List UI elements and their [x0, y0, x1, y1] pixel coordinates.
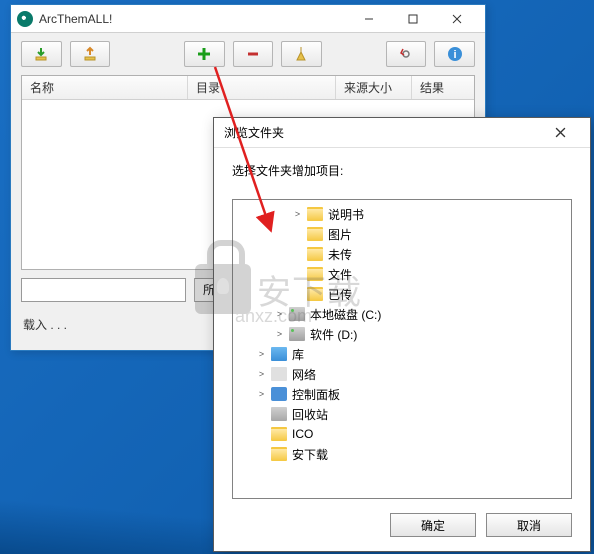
folder-icon — [307, 207, 323, 221]
settings-button[interactable] — [386, 41, 427, 67]
folder-icon — [307, 287, 323, 301]
tree-item-label: 未传 — [328, 246, 352, 263]
tree-item-label: 网络 — [292, 366, 316, 383]
expand-icon[interactable]: > — [275, 310, 284, 319]
dialog-buttons: 确定 取消 — [214, 499, 590, 551]
tree-item[interactable]: 安下载 — [233, 444, 571, 464]
tree-item[interactable]: 未传 — [233, 244, 571, 264]
info-button[interactable]: i — [434, 41, 475, 67]
expand-icon[interactable]: > — [257, 350, 266, 359]
window-controls — [347, 6, 479, 32]
tree-item-label: 安下载 — [292, 446, 328, 463]
expand-icon[interactable] — [293, 230, 302, 239]
close-button[interactable] — [435, 6, 479, 32]
clear-button[interactable] — [281, 41, 322, 67]
drive-icon — [289, 307, 305, 321]
tree-item[interactable]: >库 — [233, 344, 571, 364]
dialog-prompt: 选择文件夹增加项目: — [214, 148, 590, 189]
svg-text:i: i — [453, 49, 456, 61]
tree-item[interactable]: 文件 — [233, 264, 571, 284]
table-header: 名称 目录 来源大小 结果 — [22, 76, 474, 100]
remove-button[interactable] — [233, 41, 274, 67]
col-name[interactable]: 名称 — [22, 76, 188, 99]
export-button[interactable] — [70, 41, 111, 67]
tree-item[interactable]: 回收站 — [233, 404, 571, 424]
folder-icon — [271, 447, 287, 461]
drive-icon — [289, 327, 305, 341]
minimize-button[interactable] — [347, 6, 391, 32]
tree-item[interactable]: 已传 — [233, 284, 571, 304]
add-button[interactable] — [184, 41, 225, 67]
tree-item-label: 控制面板 — [292, 386, 340, 403]
recycle-icon — [271, 407, 287, 421]
tree-item[interactable]: > 说明书 — [233, 204, 571, 224]
titlebar: ArcThemALL! — [11, 5, 485, 33]
folder-icon — [271, 427, 287, 441]
folder-icon — [307, 247, 323, 261]
tree-item-label: 回收站 — [292, 406, 328, 423]
tree-item[interactable]: ICO — [233, 424, 571, 444]
expand-icon[interactable] — [293, 270, 302, 279]
maximize-button[interactable] — [391, 6, 435, 32]
tree-item-label: 图片 — [328, 226, 352, 243]
filter-input[interactable] — [21, 278, 186, 302]
tree-item[interactable]: > 网络 — [233, 364, 571, 384]
expand-icon[interactable] — [257, 450, 266, 459]
folder-tree[interactable]: >说明书图片未传文件已传>本地磁盘 (C:)>软件 (D:)>库>网络>控制面板… — [232, 199, 572, 499]
cp-icon — [271, 387, 287, 401]
lib-icon — [271, 347, 287, 361]
app-icon — [17, 11, 33, 27]
tree-item-label: 软件 (D:) — [310, 326, 357, 343]
col-dir[interactable]: 目录 — [188, 76, 336, 99]
net-icon — [271, 367, 287, 381]
dialog-titlebar: 浏览文件夹 — [214, 118, 590, 148]
col-size[interactable]: 来源大小 — [336, 76, 412, 99]
browse-folder-dialog: 浏览文件夹 选择文件夹增加项目: >说明书图片未传文件已传>本地磁盘 (C:)>… — [213, 117, 591, 552]
expand-icon[interactable]: > — [293, 210, 302, 219]
cancel-button[interactable]: 取消 — [486, 513, 572, 537]
app-title: ArcThemALL! — [39, 12, 347, 26]
col-result[interactable]: 结果 — [412, 76, 474, 99]
dialog-close-button[interactable] — [540, 119, 580, 147]
expand-icon[interactable] — [293, 250, 302, 259]
folder-icon — [307, 267, 323, 281]
expand-icon[interactable]: > — [275, 330, 284, 339]
toolbar: i — [11, 33, 485, 75]
tree-item-label: 说明书 — [328, 206, 364, 223]
folder-icon — [307, 227, 323, 241]
dialog-title: 浏览文件夹 — [224, 124, 540, 141]
expand-icon[interactable]: > — [257, 370, 266, 379]
ok-button[interactable]: 确定 — [390, 513, 476, 537]
expand-icon[interactable]: > — [257, 390, 266, 399]
tree-item-label: 文件 — [328, 266, 352, 283]
import-button[interactable] — [21, 41, 62, 67]
tree-item[interactable]: > 软件 (D:) — [233, 324, 571, 344]
tree-item[interactable]: 图片 — [233, 224, 571, 244]
expand-icon[interactable] — [257, 430, 266, 439]
expand-icon[interactable] — [293, 290, 302, 299]
expand-icon[interactable] — [257, 410, 266, 419]
tree-item-label: 已传 — [328, 286, 352, 303]
tree-item[interactable]: > 控制面板 — [233, 384, 571, 404]
tree-item-label: ICO — [292, 427, 313, 441]
tree-item-label: 本地磁盘 (C:) — [310, 306, 381, 323]
tree-item-label: 库 — [292, 346, 304, 363]
tree-item[interactable]: > 本地磁盘 (C:) — [233, 304, 571, 324]
